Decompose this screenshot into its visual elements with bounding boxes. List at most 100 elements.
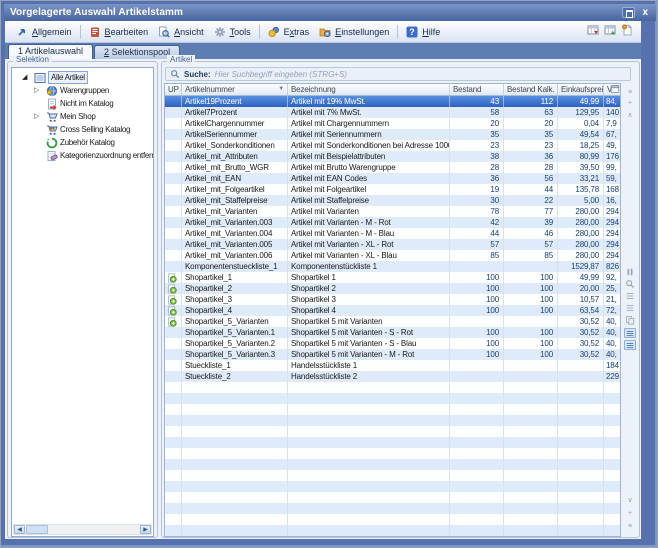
column-header-up[interactable]: UP <box>165 84 182 95</box>
table-row[interactable]: Komponentenstueckliste_1Komponentenstück… <box>165 261 620 272</box>
filter-icon[interactable] <box>624 303 636 314</box>
table-row[interactable]: Artikel_mit_FolgeartikelArtikel mit Folg… <box>165 184 620 195</box>
table-row[interactable]: Artikel_mit_Brutto_WGRArtikel mit Brutto… <box>165 162 620 173</box>
column-header-bestand[interactable]: Bestand <box>450 84 504 95</box>
scroll-down-button[interactable]: ∨ <box>624 496 636 507</box>
restore-button[interactable] <box>622 7 635 18</box>
table-row[interactable]: Artikel_mit_VariantenArtikel mit Variant… <box>165 206 620 217</box>
cart-color-icon <box>46 124 58 136</box>
cell-bez: Handelsstückliste 1 <box>288 360 450 371</box>
sort-desc-icon: ▼ <box>278 84 284 95</box>
cell-bez: Artikel mit EAN Codes <box>288 173 450 184</box>
menu-item-bearbeiten[interactable]: Bearbeiten <box>84 24 154 40</box>
scroll-left-button[interactable]: ◀ <box>14 525 25 534</box>
menu-item-extras[interactable]: Extras <box>263 24 315 40</box>
table-row[interactable]: Shopartikel_1Shopartikel 110010049,9992, <box>165 272 620 283</box>
column-chooser-icon[interactable] <box>610 84 620 94</box>
list-view-icon-1[interactable] <box>624 328 636 338</box>
menu-item-tools[interactable]: Tools <box>209 24 256 40</box>
table-row[interactable]: Shopartikel_5_Varianten.3Shopartikel 5 m… <box>165 349 620 360</box>
scroll-plus-up-button[interactable]: + <box>624 99 636 110</box>
table-row[interactable]: Artikel_mit_AttributenArtikel mit Beispi… <box>165 151 620 162</box>
scroll-last-button[interactable]: ≡ <box>624 522 636 533</box>
scrollbar-thumb[interactable] <box>26 525 48 534</box>
tree-item-nicht-im-katalog[interactable]: Nicht im Katalog <box>12 97 153 110</box>
menu-item-einstellungen[interactable]: Einstellungen <box>314 24 394 40</box>
table-row[interactable]: Shopartikel_5_Varianten.2Shopartikel 5 m… <box>165 338 620 349</box>
cell-empty <box>288 415 450 426</box>
table-row[interactable]: Artikel_mit_Varianten.004Artikel mit Var… <box>165 228 620 239</box>
menu-item-hilfe[interactable]: ?Hilfe <box>401 24 445 40</box>
table-row[interactable]: Stueckliste_2Handelsstückliste 2229 <box>165 371 620 382</box>
cell-bez: Shopartikel 5 mit Varianten <box>288 316 450 327</box>
column-header-label: UP <box>168 85 179 94</box>
pause-icon[interactable] <box>624 267 636 278</box>
table-row[interactable]: Artikel_mit_Varianten.006Artikel mit Var… <box>165 250 620 261</box>
toolbar-button-table-green[interactable] <box>604 23 616 41</box>
table-row[interactable]: Shopartikel_5_Varianten.1Shopartikel 5 m… <box>165 327 620 338</box>
recycle-green-icon <box>46 137 58 149</box>
menu-item-ansicht[interactable]: Ansicht <box>153 24 209 40</box>
tree-item-cross-selling-katalog[interactable]: Cross Selling Katalog <box>12 123 153 136</box>
tree-expander-icon[interactable]: ▷ <box>34 110 39 123</box>
column-header-bez[interactable]: Bezeichnung <box>288 84 450 95</box>
list-view-icon-2[interactable] <box>624 340 636 350</box>
scroll-up-button[interactable]: ∧ <box>624 111 636 122</box>
cell-empty <box>504 448 558 459</box>
table-row[interactable]: Artikel_mit_Varianten.005Artikel mit Var… <box>165 239 620 250</box>
close-button[interactable]: x <box>640 7 650 18</box>
tree-item-alle-artikel[interactable]: ◢Alle Artikel <box>12 71 153 84</box>
cell-empty <box>504 470 558 481</box>
table-row[interactable]: ArtikelSeriennummerArtikel mit Seriennum… <box>165 129 620 140</box>
table-row[interactable]: Shopartikel_4Shopartikel 410010063,5472, <box>165 305 620 316</box>
cell-num: 5,00 <box>558 195 604 206</box>
toolbar-button-doc-new[interactable] <box>621 23 633 41</box>
tree-expander-icon[interactable]: ▷ <box>34 84 39 97</box>
tree-item-mein-shop[interactable]: ▷Mein Shop <box>12 110 153 123</box>
table-row[interactable]: Stueckliste_1Handelsstückliste 1184 <box>165 360 620 371</box>
tree-horizontal-scrollbar[interactable]: ◀ ▶ <box>13 524 152 535</box>
table-row[interactable]: Artikel7ProzentArtikel mit 7% MwSt.58631… <box>165 107 620 118</box>
tree-item-zubeh-r-katalog[interactable]: Zubehör Katalog <box>12 136 153 149</box>
copy-icon[interactable] <box>624 315 636 326</box>
table-row[interactable]: Shopartikel_5_VariantenShopartikel 5 mit… <box>165 316 620 327</box>
table-row[interactable]: Shopartikel_3Shopartikel 310010010,5721, <box>165 294 620 305</box>
scroll-plus-down-button[interactable]: + <box>624 509 636 520</box>
column-header-nr[interactable]: Artikelnummer▼ <box>182 84 288 95</box>
tree-item-kategorienzuordnung-entfernen[interactable]: Kategorienzuordnung entfernen <box>12 149 153 162</box>
rows-icon[interactable] <box>624 291 636 302</box>
cell-num: 30,52 <box>558 327 604 338</box>
column-header-ek[interactable]: Einkaufspreis <box>558 84 604 95</box>
table-row[interactable]: Artikel_mit_StaffelpreiseArtikel mit Sta… <box>165 195 620 206</box>
scroll-right-button[interactable]: ▶ <box>140 525 151 534</box>
cell-empty <box>604 437 620 448</box>
search-input[interactable]: Suche: Hier Suchbegriff eingeben (STRG+S… <box>165 67 631 81</box>
tree-expander-icon[interactable]: ◢ <box>22 71 27 84</box>
menu-item-allgemein[interactable]: Allgemein <box>11 24 77 40</box>
cell-empty <box>604 503 620 514</box>
cell-num: 112 <box>504 96 558 107</box>
cell-empty <box>182 514 288 525</box>
magnifier-icon[interactable] <box>624 279 636 290</box>
cell-bez: Artikel mit Varianten - XL - Blau <box>288 250 450 261</box>
table-row[interactable]: Artikel_mit_Varianten.003Artikel mit Var… <box>165 217 620 228</box>
toolbar-button-table-red[interactable] <box>587 23 599 41</box>
cell-num: 10,57 <box>558 294 604 305</box>
cell-bez: Artikel mit Folgeartikel <box>288 184 450 195</box>
scroll-first-button[interactable]: ≡ <box>624 88 636 99</box>
cell-up <box>165 184 182 195</box>
cell-empty <box>604 393 620 404</box>
cell-empty <box>558 448 604 459</box>
column-header-kalk[interactable]: Bestand Kalk. <box>504 84 558 95</box>
cell-num: 44 <box>450 228 504 239</box>
cell-empty <box>504 525 558 536</box>
cell-vk: 294 <box>604 217 620 228</box>
table-row[interactable]: ArtikelChargennummerArtikel mit Chargenn… <box>165 118 620 129</box>
cell-vk: 184 <box>604 360 620 371</box>
table-row[interactable]: Artikel_mit_EANArtikel mit EAN Codes3656… <box>165 173 620 184</box>
table-row[interactable]: Artikel19ProzentArtikel mit 19% MwSt.431… <box>165 96 620 107</box>
table-row[interactable]: Artikel_SonderkonditionenArtikel mit Son… <box>165 140 620 151</box>
cell-nr: Shopartikel_2 <box>182 283 288 294</box>
tree-item-warengruppen[interactable]: ▷Warengruppen <box>12 84 153 97</box>
table-row[interactable]: Shopartikel_2Shopartikel 210010020,0025, <box>165 283 620 294</box>
